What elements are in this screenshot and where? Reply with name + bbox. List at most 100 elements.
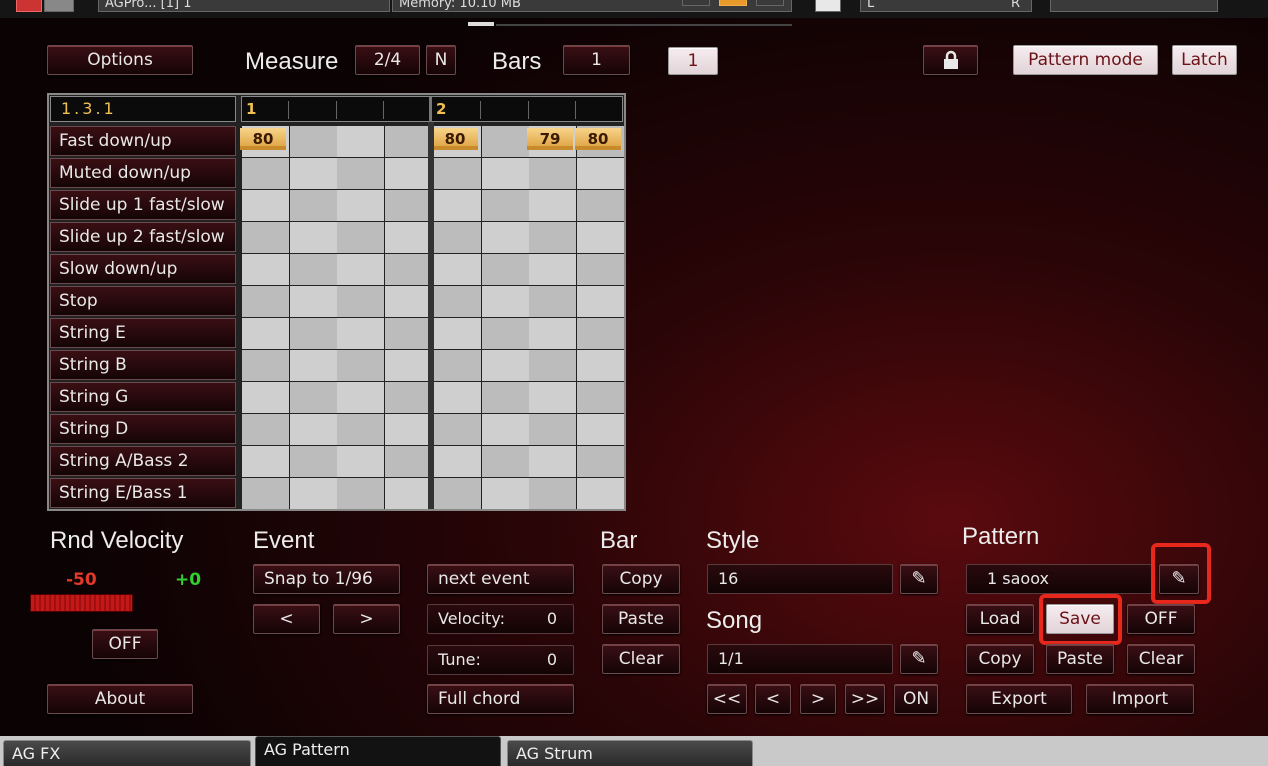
velocity-note[interactable]: 79 — [527, 128, 573, 150]
grid-cell[interactable] — [290, 382, 337, 413]
pan-slider[interactable]: L R — [860, 0, 1032, 12]
row-label[interactable]: Slide up 1 fast/slow — [50, 190, 236, 220]
next-event-button[interactable]: next event — [427, 564, 574, 594]
grid-cell[interactable] — [337, 254, 384, 285]
bars-value-button[interactable]: 1 — [563, 45, 630, 75]
grid-cell[interactable] — [529, 350, 576, 381]
grid-cell[interactable] — [385, 254, 432, 285]
grid-cell[interactable] — [242, 158, 289, 189]
grid-cell[interactable] — [434, 382, 481, 413]
pattern-export-button[interactable]: Export — [966, 684, 1072, 714]
grid-cell[interactable] — [482, 158, 529, 189]
grid-cell[interactable] — [577, 478, 624, 509]
grid-cell[interactable] — [482, 414, 529, 445]
grid-cell[interactable] — [242, 478, 289, 509]
grid-cell[interactable] — [385, 286, 432, 317]
pattern-clear-button[interactable]: Clear — [1127, 644, 1195, 674]
snap-button[interactable]: Snap to 1/96 — [253, 564, 400, 594]
grid-cell[interactable] — [577, 286, 624, 317]
grid-cell[interactable] — [290, 446, 337, 477]
grid-cell[interactable] — [242, 286, 289, 317]
song-edit-button[interactable]: ✎ — [900, 644, 938, 674]
pattern-mode-button[interactable]: Pattern mode — [1013, 45, 1158, 75]
bar-copy-button[interactable]: Copy — [602, 564, 680, 594]
grid-cell[interactable] — [434, 222, 481, 253]
velocity-note[interactable]: 80 — [240, 128, 286, 150]
instrument-name[interactable]: AGPro... [1] 1 — [98, 0, 390, 12]
grid-cell[interactable] — [434, 478, 481, 509]
grid-cell[interactable] — [290, 254, 337, 285]
grid-cell[interactable] — [337, 478, 384, 509]
measure-n-button[interactable]: N — [426, 45, 456, 75]
style-edit-button[interactable]: ✎ — [900, 564, 938, 594]
grid-cell[interactable] — [482, 318, 529, 349]
grid-cell[interactable] — [577, 350, 624, 381]
grid-cell[interactable] — [577, 222, 624, 253]
grid-cell[interactable] — [242, 350, 289, 381]
pattern-import-button[interactable]: Import — [1086, 684, 1194, 714]
bar-paste-button[interactable]: Paste — [602, 604, 680, 634]
grid-cell[interactable] — [290, 222, 337, 253]
grid-cell[interactable] — [434, 446, 481, 477]
grid-cell[interactable] — [529, 254, 576, 285]
pattern-load-button[interactable]: Load — [966, 604, 1034, 634]
instrument-icon[interactable] — [16, 0, 42, 12]
grid-cell[interactable] — [577, 414, 624, 445]
bar-clear-button[interactable]: Clear — [602, 644, 680, 674]
row-label[interactable]: Fast down/up — [50, 126, 236, 156]
song-field[interactable]: 1/1 — [707, 644, 893, 674]
grid-cell[interactable] — [482, 478, 529, 509]
row-label[interactable]: String E — [50, 318, 236, 348]
grid-cell[interactable] — [337, 318, 384, 349]
song-next-button[interactable]: > — [800, 684, 836, 714]
lock-button[interactable] — [923, 45, 978, 75]
event-prev-button[interactable]: < — [253, 604, 320, 634]
grid-cell[interactable] — [434, 414, 481, 445]
song-prev-button[interactable]: < — [755, 684, 791, 714]
velocity-note[interactable]: 80 — [575, 128, 621, 150]
grid-cell[interactable] — [242, 190, 289, 221]
grid-cell[interactable] — [242, 414, 289, 445]
grid-cell[interactable] — [434, 350, 481, 381]
grid-cell[interactable] — [385, 222, 432, 253]
row-label[interactable]: Slide up 2 fast/slow — [50, 222, 236, 252]
grid-cell[interactable] — [337, 414, 384, 445]
grid-cell[interactable] — [290, 350, 337, 381]
grid-cell[interactable] — [529, 158, 576, 189]
grid-cell[interactable] — [385, 414, 432, 445]
grid-cell[interactable] — [290, 414, 337, 445]
grid-cell[interactable] — [385, 478, 432, 509]
pattern-off-button[interactable]: OFF — [1127, 604, 1195, 634]
row-label[interactable]: String D — [50, 414, 236, 444]
grid-cell[interactable] — [529, 382, 576, 413]
page-button[interactable]: 1 — [668, 47, 718, 75]
pattern-name-field[interactable]: 1 saoox — [966, 564, 1152, 594]
grid-cell[interactable] — [482, 254, 529, 285]
grid-cell[interactable] — [577, 446, 624, 477]
grid-cell[interactable] — [577, 190, 624, 221]
tab-ag-pattern[interactable]: AG Pattern — [255, 736, 501, 766]
close-square-icon[interactable] — [815, 0, 841, 12]
measure-value-button[interactable]: 2/4 — [355, 45, 420, 75]
grid-cell[interactable] — [529, 222, 576, 253]
grid-cell[interactable] — [482, 126, 529, 157]
grid-cell[interactable] — [577, 318, 624, 349]
event-next-button[interactable]: > — [333, 604, 400, 634]
pattern-copy-button[interactable]: Copy — [966, 644, 1034, 674]
tab-ag-strum[interactable]: AG Strum — [507, 740, 753, 766]
grid-cell[interactable] — [337, 222, 384, 253]
row-label[interactable]: String A/Bass 2 — [50, 446, 236, 476]
options-button[interactable]: Options — [47, 45, 193, 75]
grid-cell[interactable] — [385, 446, 432, 477]
grid-cell[interactable] — [482, 382, 529, 413]
rnd-velocity-off-button[interactable]: OFF — [92, 629, 158, 659]
song-first-button[interactable]: << — [707, 684, 747, 714]
grid-cell[interactable] — [482, 350, 529, 381]
grid-cell[interactable] — [434, 158, 481, 189]
grid-cell[interactable] — [385, 318, 432, 349]
rnd-velocity-slider[interactable] — [30, 594, 133, 612]
grid-cell[interactable] — [529, 446, 576, 477]
grid-cell[interactable] — [577, 254, 624, 285]
grid-cell[interactable] — [242, 318, 289, 349]
grid-cell[interactable] — [482, 222, 529, 253]
